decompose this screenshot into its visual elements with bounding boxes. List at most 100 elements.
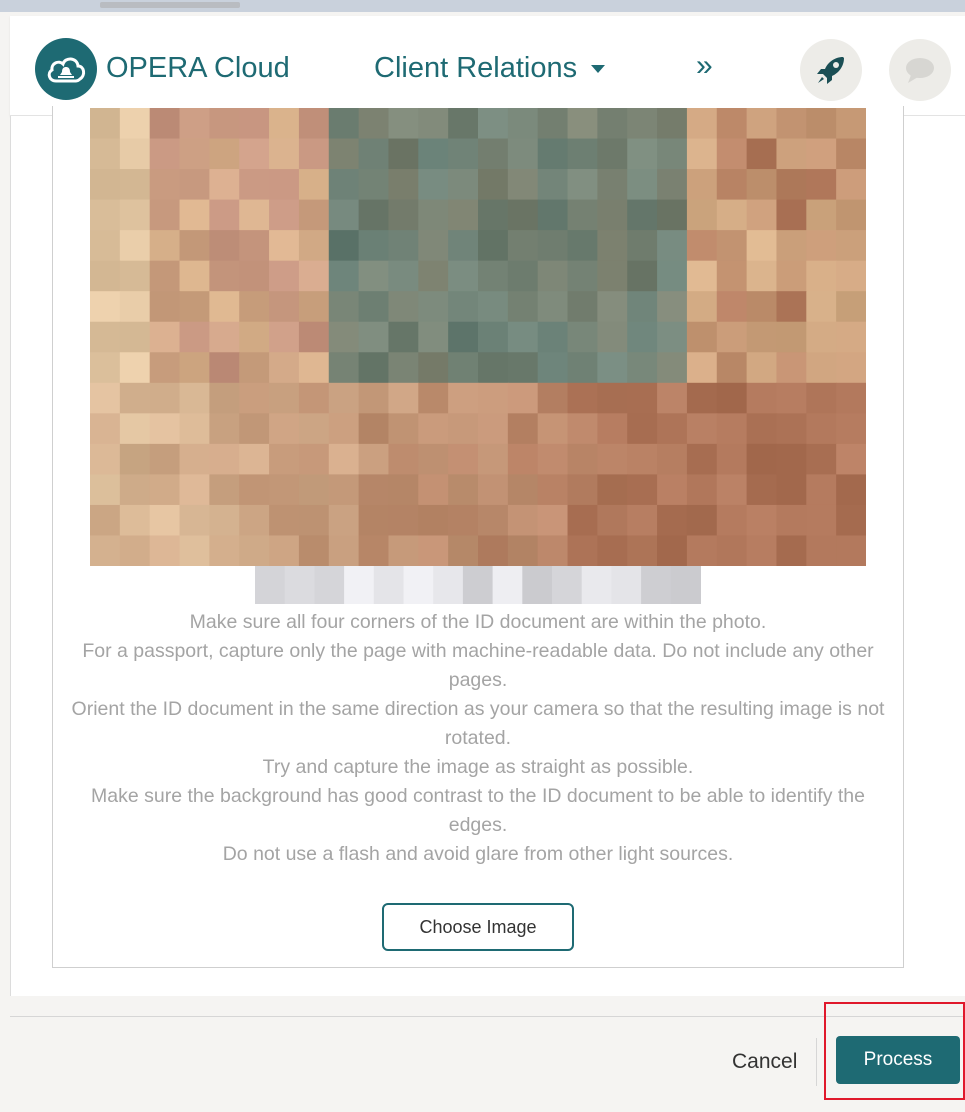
mosaic-tile [388,321,419,353]
mosaic-tile [239,169,270,201]
choose-image-button[interactable]: Choose Image [382,903,574,951]
mosaic-tile [806,352,837,384]
mosaic-tile [298,382,330,414]
cancel-button[interactable]: Cancel [732,1046,797,1078]
client-relations-menu[interactable]: Client Relations [374,48,606,88]
mosaic-tile [90,382,121,414]
mosaic-tile [507,443,539,475]
more-menu-button[interactable]: » [696,46,713,86]
mosaic-tile [746,260,778,292]
mosaic-tile [179,474,210,506]
mosaic-tile [836,138,866,170]
mosaic-tile [686,291,718,323]
chat-bubble-icon[interactable] [889,39,951,101]
mosaic-tile [657,230,688,262]
mosaic-tile [806,169,837,201]
mosaic-tile [806,260,837,292]
mosaic-tile [836,291,866,323]
mosaic-tile [836,352,866,384]
mosaic-tile [298,352,330,384]
mosaic-tile [537,230,569,262]
mosaic-tile [149,230,181,262]
mosaic-tile [716,413,748,445]
instruction-line: Do not use a flash and avoid glare from … [222,843,734,865]
mosaic-tile [836,230,866,262]
mosaic-tile [567,413,598,445]
rocket-icon[interactable] [800,39,862,101]
mosaic-tile [716,382,748,414]
mosaic-tile [567,169,598,201]
blur-tile [462,566,494,604]
mosaic-tile [478,138,509,170]
mosaic-tile [716,535,748,566]
mosaic-tile [209,138,240,170]
mosaic-tile [358,169,390,201]
mosaic-tile [836,260,866,292]
mosaic-tile [627,504,658,537]
mosaic-tile [507,474,539,506]
mosaic-tile [448,535,479,566]
mosaic-tile [358,474,390,506]
mosaic-tile [746,382,778,414]
mosaic-tile [686,321,718,353]
mosaic-tile [448,321,479,353]
instruction-line: Make sure the background has good contra… [91,785,865,836]
mosaic-tile [388,474,419,506]
mosaic-tile [269,535,300,566]
mosaic-tile [507,230,539,262]
mosaic-tile [358,535,390,566]
mosaic-tile [209,443,240,475]
mosaic-tile [746,199,778,231]
mosaic-tile [478,474,509,506]
mosaic-tile [597,108,628,140]
mosaic-tile [149,443,181,475]
mosaic-tile [627,535,658,566]
blur-tile [284,566,315,604]
mosaic-tile [239,260,270,292]
mosaic-tile [716,443,748,475]
mosaic-tile [209,291,240,323]
mosaic-tile [418,108,449,140]
mosaic-tile [328,535,360,566]
mosaic-tile [686,199,718,231]
instruction-line: Orient the ID document in the same direc… [71,698,885,749]
mosaic-tile [418,352,449,384]
mosaic-tile [90,138,121,170]
mosaic-tile [328,291,360,323]
mosaic-tile [597,138,628,170]
mosaic-tile [149,138,181,170]
cloud-bell-icon[interactable] [35,38,97,100]
mosaic-tile [90,443,121,475]
mosaic-tile [149,169,181,201]
caret-down-icon [591,65,606,73]
mosaic-tile [269,108,300,140]
mosaic-tile [358,199,390,231]
mosaic-tile [776,535,807,566]
mosaic-tile [149,199,181,231]
mosaic-tile [627,413,658,445]
mosaic-tile [388,382,419,414]
mosaic-tile [776,138,807,170]
mosaic-tile [567,230,598,262]
mosaic-tile [418,291,449,323]
mosaic-tile [537,291,569,323]
mosaic-tile [776,291,807,323]
mosaic-tile [239,413,270,445]
mosaic-tile [179,413,210,445]
mosaic-tile [239,443,270,475]
mosaic-tile [746,413,778,445]
mosaic-tile [119,535,151,566]
mosaic-tile [298,321,330,353]
mosaic-tile [209,169,240,201]
mosaic-tile [686,260,718,292]
mosaic-tile [597,443,628,475]
mosaic-tile [209,108,240,140]
mosaic-tile [627,199,658,231]
mosaic-tile [627,443,658,475]
mosaic-tile [776,474,807,506]
mosaic-tile [298,291,330,323]
mosaic-tile [627,230,658,262]
mosaic-tile [388,535,419,566]
mosaic-tile [269,169,300,201]
mosaic-tile [448,474,479,506]
